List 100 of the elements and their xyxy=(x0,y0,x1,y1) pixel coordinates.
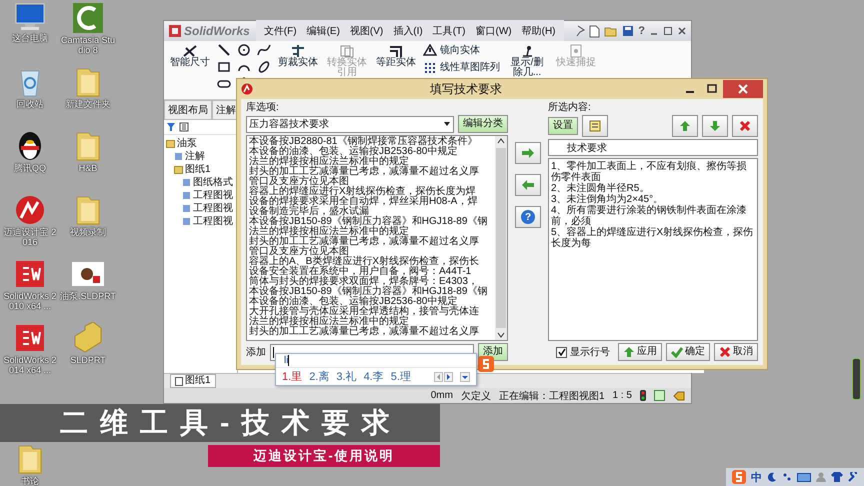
scroll-handle[interactable] xyxy=(852,358,861,400)
close-icon[interactable] xyxy=(677,26,687,36)
cancel-button[interactable]: 取消 xyxy=(714,343,758,361)
previous-page-icon[interactable] xyxy=(434,372,443,382)
move-up-button[interactable] xyxy=(672,115,698,137)
spline-tool-icon[interactable] xyxy=(257,43,271,57)
list-item[interactable]: 本设备按JB150-89《钢制压力容器》和HGJ18-89《钢 xyxy=(249,287,495,297)
trim-icon[interactable] xyxy=(290,44,306,58)
menu-item[interactable]: 帮助(H) xyxy=(518,23,560,39)
toolbar-button[interactable]: 智能尺寸 xyxy=(168,43,212,69)
tree-item[interactable]: 工程图视 xyxy=(193,189,233,202)
list-item[interactable]: 设备制造完毕后，盛水试漏 xyxy=(249,207,495,217)
menu-item[interactable]: 工具(T) xyxy=(428,23,470,39)
menu-item[interactable]: 文件(F) xyxy=(260,23,301,39)
ellipse-tool-icon[interactable] xyxy=(257,60,271,74)
help-button[interactable]: ? xyxy=(638,25,645,37)
ok-button[interactable]: 确定 xyxy=(666,343,710,361)
list-item[interactable]: 本设备的油漆、包装、运输按JB2536-80中规定 xyxy=(249,297,495,307)
tree-item[interactable]: 图纸1 xyxy=(185,163,211,176)
ime-candidate[interactable]: 4.李 xyxy=(364,369,384,384)
checkbox-label[interactable]: 显示行号 xyxy=(570,345,610,359)
list-item[interactable]: 本设备按JB2880-81《钢制焊接常压容器技术条件》 xyxy=(249,137,495,147)
delete-button[interactable] xyxy=(732,115,758,137)
apply-button[interactable]: 应用 xyxy=(618,343,662,361)
toolbar-button[interactable]: 线性草图阵列 xyxy=(423,60,500,74)
help-button[interactable]: ? xyxy=(515,206,541,228)
traffic-light-icon[interactable] xyxy=(640,390,646,401)
app-icon[interactable] xyxy=(13,194,47,226)
circle-tool-icon[interactable] xyxy=(237,43,251,57)
rectangle-tool-icon[interactable] xyxy=(217,60,231,74)
checkbox[interactable] xyxy=(556,346,567,358)
list-item[interactable]: 大开孔接管与壳体应采用全焊透结构，接管与壳体连 xyxy=(249,307,495,317)
shirt-icon[interactable] xyxy=(831,472,843,482)
moon-icon[interactable] xyxy=(767,472,777,482)
keyboard-icon[interactable] xyxy=(797,472,811,482)
offset-icon[interactable] xyxy=(388,44,404,58)
list-item[interactable]: 封头的加工工艺减薄量已考虑，减薄量不超过名义厚 xyxy=(249,167,495,177)
tree-item[interactable]: 工程图视 xyxy=(193,202,233,215)
input-method-icon[interactable] xyxy=(478,356,494,372)
move-down-button[interactable] xyxy=(702,115,728,137)
list-item[interactable]: 封头的加工工艺减薄量已考虑，减薄量不超过名义厚 xyxy=(249,237,495,247)
tree-item[interactable]: 图纸格式 xyxy=(193,176,233,189)
tree-view-icon[interactable] xyxy=(179,122,189,132)
list-item[interactable]: 管口及支座方位见本图 xyxy=(249,177,495,187)
list-item[interactable]: 法兰的焊接按相应法兰标准中的规定 xyxy=(249,157,495,167)
toolbar-button[interactable]: 镜向实体 xyxy=(423,43,500,57)
line-tool-icon[interactable] xyxy=(217,43,231,57)
ime-candidate[interactable]: 3.礼 xyxy=(336,369,357,384)
selected-text-area[interactable]: 1、零件加工表面上，不应有划痕、擦伤等损伤零件表面 2、未注圆角半径R5。 3、未注倒角均为2×45°。 4、所有需要进行涂装的钢铁制件表面在涂漆前，必须 5、容器上的焊缝应进行X射线探伤检查，探伤长度为每 xyxy=(548,158,758,341)
next-page-icon[interactable] xyxy=(444,372,453,382)
ime-candidate[interactable]: 5.理 xyxy=(390,369,411,384)
tree-item[interactable]: 注解 xyxy=(185,150,205,163)
ime-candidate[interactable]: 1.里 xyxy=(282,369,302,384)
menu-item[interactable]: 编辑(E) xyxy=(302,23,344,39)
toolbar-button[interactable]: 剪裁实体 xyxy=(276,43,320,69)
menu-item[interactable]: 窗口(W) xyxy=(472,23,516,39)
mirror-icon[interactable] xyxy=(423,44,437,56)
list-item[interactable]: 本设备的油漆、包装、运输按JB2536-80中规定 xyxy=(249,147,495,157)
wrench-icon[interactable] xyxy=(848,472,858,482)
menu-item[interactable]: 视图(V) xyxy=(346,23,388,39)
input-method-icon[interactable] xyxy=(732,470,746,484)
app-icon[interactable] xyxy=(71,2,105,34)
app-icon[interactable] xyxy=(13,258,47,290)
list-item[interactable]: 筒体与封头的焊接要求双面焊，焊条牌号：E4303， xyxy=(249,277,495,287)
add-right-button[interactable] xyxy=(515,142,541,164)
tree-item[interactable]: 工程图视 xyxy=(193,215,233,228)
help-box-icon[interactable] xyxy=(654,390,665,401)
computer-icon[interactable] xyxy=(13,2,47,32)
filter-icon[interactable] xyxy=(166,122,176,132)
menu-item[interactable]: 插入(I) xyxy=(389,23,427,39)
new-document-icon[interactable] xyxy=(589,24,600,38)
tree-item[interactable]: 油泵 xyxy=(177,137,197,150)
save-icon[interactable] xyxy=(622,25,634,37)
notepad-button[interactable] xyxy=(582,115,608,137)
list-item[interactable]: 容器上的A、B类焊缝应进行X射线探伤检查，探伤长 xyxy=(249,257,495,267)
scroll-down-icon[interactable] xyxy=(495,330,507,340)
list-item[interactable]: 设备安全装置在系统中，用户自备，阀号：A44T-1 xyxy=(249,267,495,277)
list-item[interactable]: 容器上的焊缝应进行X射线探伤检查，探伤长度为焊 xyxy=(249,187,495,197)
scroll-up-icon[interactable] xyxy=(495,136,507,146)
app-icon[interactable] xyxy=(13,322,47,354)
list-item[interactable]: 设备的焊接要求采用全自动焊，焊丝采用H08-A，焊 xyxy=(249,197,495,207)
open-folder-icon[interactable] xyxy=(604,25,618,37)
settings-button[interactable]: 设置 xyxy=(548,117,578,135)
close-button[interactable] xyxy=(723,80,763,98)
remove-left-button[interactable] xyxy=(515,174,541,196)
grid-pattern-icon[interactable] xyxy=(423,61,437,73)
ime-candidate[interactable]: 2.离 xyxy=(309,369,330,384)
dimension-icon[interactable] xyxy=(182,44,198,58)
list-item[interactable]: 封头的加工工艺减薄量已考虑，减薄量不超过名义厚 xyxy=(249,327,495,337)
panel-tab[interactable]: 视图布局 xyxy=(164,100,212,120)
maximize-icon[interactable] xyxy=(663,26,673,36)
list-item[interactable]: 法兰的焊接按相应法兰标准中的规定 xyxy=(249,227,495,237)
sheet-tab[interactable]: 图纸1 xyxy=(170,374,216,388)
list-item[interactable]: 本设备按JB150-89《钢制压力容器》和HGJ18-89《钢 xyxy=(249,217,495,227)
heading-field[interactable]: 技术要求 xyxy=(548,139,758,156)
list-item[interactable]: 法兰的焊接按相应法兰标准中的规定 xyxy=(249,317,495,327)
tag-icon[interactable] xyxy=(673,390,685,400)
scroll-thumb[interactable] xyxy=(496,148,506,328)
toolbar-button[interactable]: 显示/删除几... xyxy=(505,43,549,79)
category-dropdown[interactable]: 压力容器技术要求 xyxy=(246,116,454,132)
